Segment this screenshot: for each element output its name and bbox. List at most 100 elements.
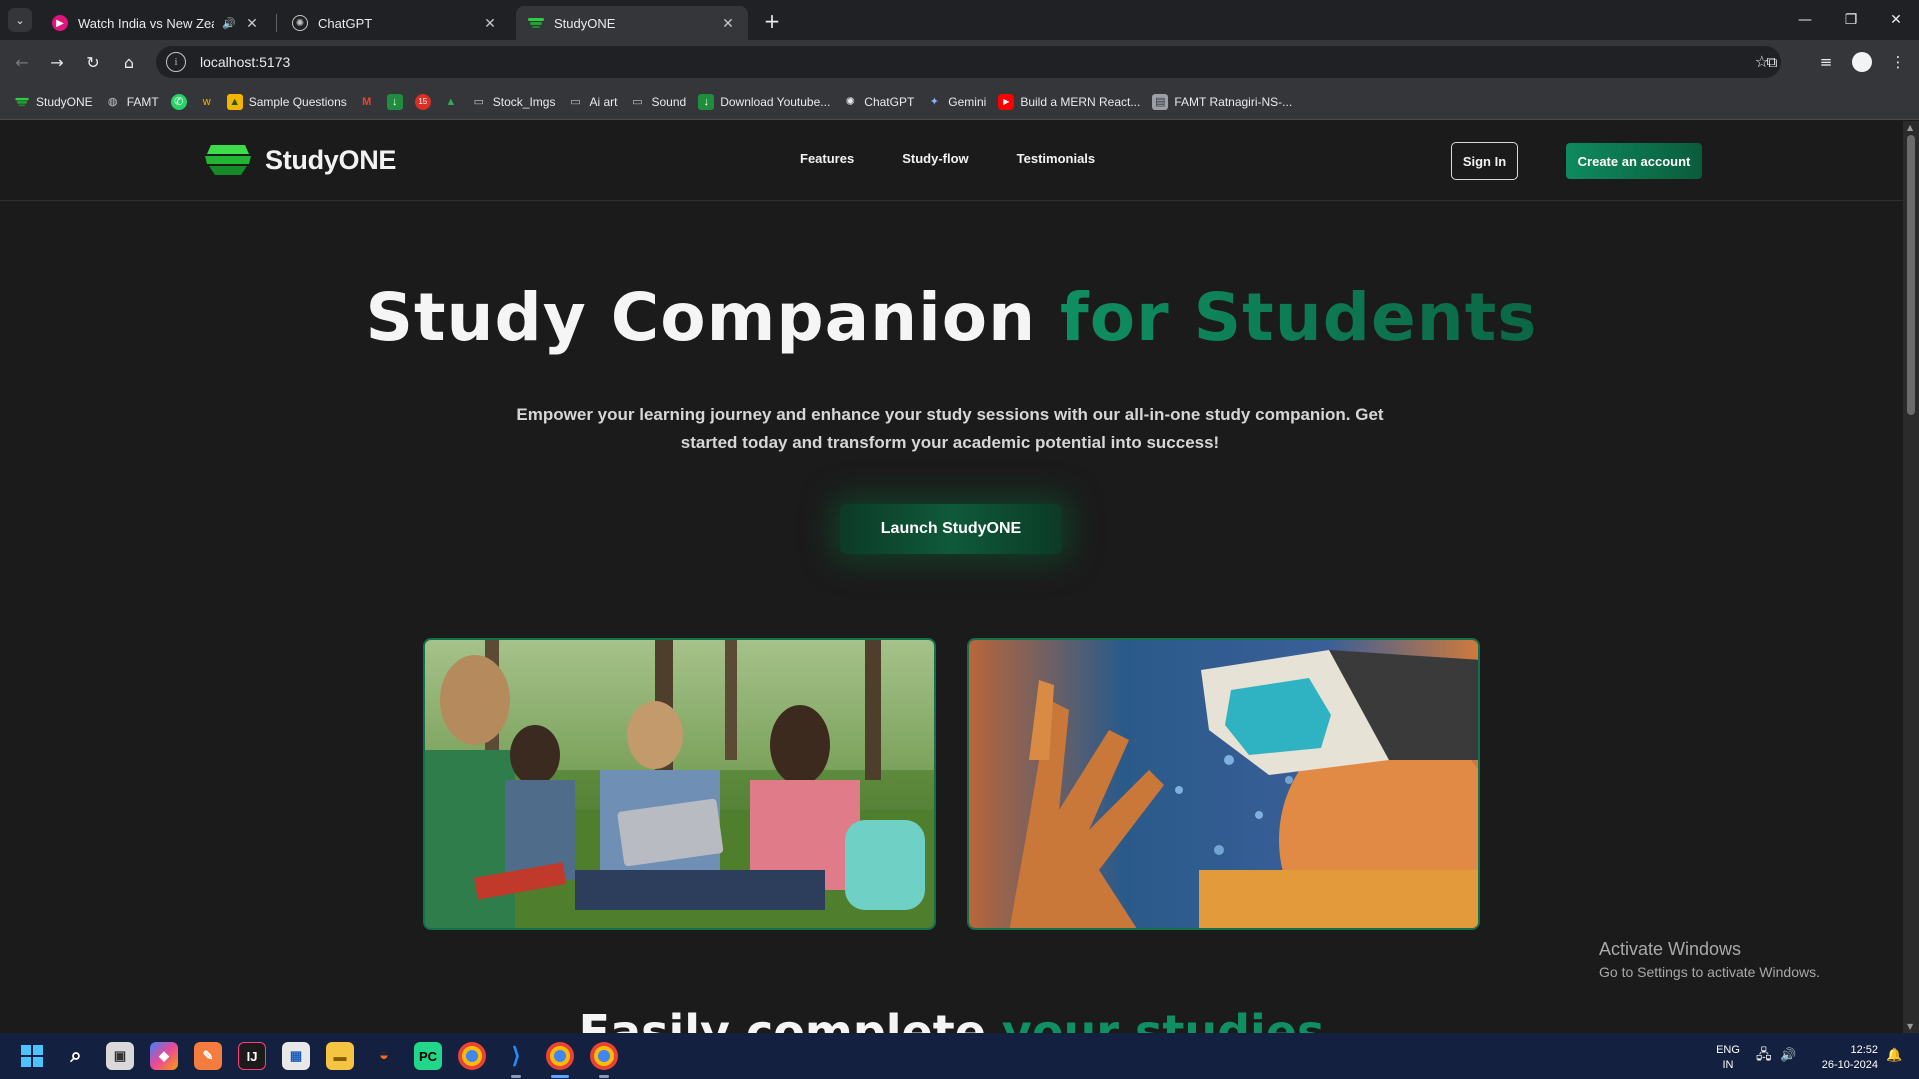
notification-bell-icon[interactable]: 🔔 [1886,1047,1902,1062]
openai-icon: ✺ [292,15,308,31]
bookmark-ai-art[interactable]: ▭ Ai art [563,89,625,115]
bookmark-download[interactable]: ↓ [383,89,411,115]
tab-chatgpt[interactable]: ✺ ChatGPT ✕ [280,6,510,40]
bookmark-label: Sound [651,94,687,109]
hotstar-icon: ▶ [52,15,68,31]
studyone-logo-icon [205,145,251,175]
extensions-icon[interactable]: ⧉ [1760,50,1784,74]
bookmark-gmail[interactable]: M [355,89,383,115]
microsoft-store-icon[interactable]: ▦ [282,1042,310,1070]
nav-features[interactable]: Features [800,151,854,166]
clock[interactable]: 12:52 26-10-2024 [1808,1043,1878,1073]
reload-button[interactable]: ↻ [81,50,105,74]
vscode-icon[interactable]: ⟩ [502,1042,530,1070]
restore-button[interactable]: ❐ [1828,0,1874,40]
close-icon[interactable]: ✕ [720,15,736,32]
network-icon[interactable]: 🖧 [1756,1047,1772,1062]
file-explorer-icon[interactable]: ▬ [326,1042,354,1070]
search-icon[interactable]: ⌕ [62,1042,90,1070]
tab-studyone[interactable]: StudyONE ✕ [516,6,748,40]
sign-in-button[interactable]: Sign In [1451,142,1518,180]
studyone-icon [528,15,544,31]
brand-name: StudyONE [265,144,397,175]
section-title-main: Easily complete [578,1005,986,1033]
scrollbar-thumb[interactable] [1907,135,1915,415]
launch-studyone-button[interactable]: Launch StudyONE [840,504,1062,554]
bookmark-label: Gemini [948,94,987,109]
site-info-icon[interactable]: i [166,52,186,72]
bookmark-studyone[interactable]: StudyONE [10,89,101,115]
media-control-icon[interactable]: ≡ [1814,50,1838,74]
tab-search-button[interactable]: ⌄ [8,8,32,32]
section-title-accent: your studies [1001,1005,1325,1033]
address-bar[interactable]: i localhost:5173 ☆ [156,46,1781,78]
hero-subtitle: Empower your learning journey and enhanc… [516,405,1384,452]
pycharm-icon[interactable]: PC [414,1042,442,1070]
bookmark-drive[interactable]: ▲ [439,89,467,115]
tab-title: ChatGPT [318,15,373,31]
image-icon: ▲ [226,93,243,110]
windows-taskbar: ⌕ ▣ ◆ ✎ IJ ▦ ▬ ◒ PC ⟩ ENG IN 🖧 🔊 12:52 2… [0,1033,1919,1079]
activate-windows-watermark: Activate Windows Go to Settings to activ… [1599,939,1820,980]
menu-icon[interactable]: ⋮ [1886,50,1910,74]
task-view-icon[interactable]: ▣ [106,1042,134,1070]
bookmark-sample-questions[interactable]: ▲ Sample Questions [223,89,355,115]
app-orange-icon[interactable]: ✎ [194,1042,222,1070]
close-window-button[interactable]: ✕ [1873,0,1919,40]
bookmark-misc[interactable]: ᴡ [195,89,223,115]
whatsapp-icon: ✆ [170,93,187,110]
profile-avatar[interactable] [1852,52,1872,72]
nav-study-flow[interactable]: Study-flow [902,151,968,166]
vr-headset-image [967,638,1480,930]
bookmark-whatsapp[interactable]: ✆ [167,89,195,115]
taskbar-running-indicator [511,1075,521,1078]
hero-title-accent: for Students [1060,279,1538,356]
bookmark-label: StudyONE [36,94,93,109]
bookmark-download-youtube[interactable]: ↓ Download Youtube... [694,89,838,115]
main-nav: Features Study-flow Testimonials [800,151,1095,166]
studyone-icon [14,94,30,110]
new-tab-button[interactable]: + [760,9,784,33]
gemini-icon: ✦ [929,96,939,108]
bookmark-label: Download Youtube... [720,94,831,109]
bookmark-famt-ratnagiri[interactable]: ▤ FAMT Ratnagiri-NS-... [1148,89,1300,115]
forward-button[interactable]: → [45,50,69,74]
copilot-icon[interactable]: ◆ [150,1042,178,1070]
language-indicator[interactable]: ENG IN [1714,1043,1742,1073]
close-icon[interactable]: ✕ [482,15,498,32]
tab-title: Watch India vs New Zealand [78,15,214,31]
tab-watch-india[interactable]: ▶ Watch India vs New Zealand 🔊 ✕ [40,6,272,40]
chrome-profile-icon[interactable] [590,1042,618,1070]
bookmarks-bar: StudyONE ◍ FAMT ✆ ᴡ ▲ Sample Questions M… [0,84,1919,120]
nav-testimonials[interactable]: Testimonials [1017,151,1096,166]
bookmark-calendar[interactable]: 15 [411,89,439,115]
drive-icon: ▲ [445,95,457,108]
minimize-button[interactable]: — [1782,0,1828,40]
scroll-up-icon[interactable]: ▲ [1907,123,1913,132]
taskbar-active-indicator [551,1075,569,1078]
language-code: ENG [1716,1044,1740,1056]
page-scrollbar[interactable]: ▲ ▼ [1903,121,1919,1033]
url-text[interactable]: localhost:5173 [200,54,290,70]
windows-start-icon[interactable] [18,1042,46,1070]
close-icon[interactable]: ✕ [244,15,260,32]
bookmark-famt[interactable]: ◍ FAMT [101,89,167,115]
calendar-icon: 15 [414,93,431,110]
bookmark-stock-imgs[interactable]: ▭ Stock_Imgs [467,89,564,115]
bookmark-mern[interactable]: ▶ Build a MERN React... [994,89,1148,115]
home-button[interactable]: ⌂ [117,50,141,74]
chrome-icon[interactable] [458,1042,486,1070]
speaker-icon[interactable]: 🔊 [222,17,236,30]
chrome-profile-icon[interactable] [546,1042,574,1070]
back-button[interactable]: ← [10,50,34,74]
volume-icon[interactable]: 🔊 [1780,1047,1796,1062]
brand-logo[interactable]: StudyONE [203,143,396,177]
hero-title: Study Companion for Students [0,279,1903,356]
bookmark-gemini[interactable]: ✦ Gemini [922,89,994,115]
bookmark-chatgpt[interactable]: ✺ ChatGPT [838,89,922,115]
bookmark-sound[interactable]: ▭ Sound [625,89,694,115]
intellij-icon[interactable]: IJ [238,1042,266,1070]
create-account-button[interactable]: Create an account [1566,143,1702,179]
scroll-down-icon[interactable]: ▼ [1907,1022,1913,1031]
app-red-icon[interactable]: ◒ [370,1042,398,1070]
